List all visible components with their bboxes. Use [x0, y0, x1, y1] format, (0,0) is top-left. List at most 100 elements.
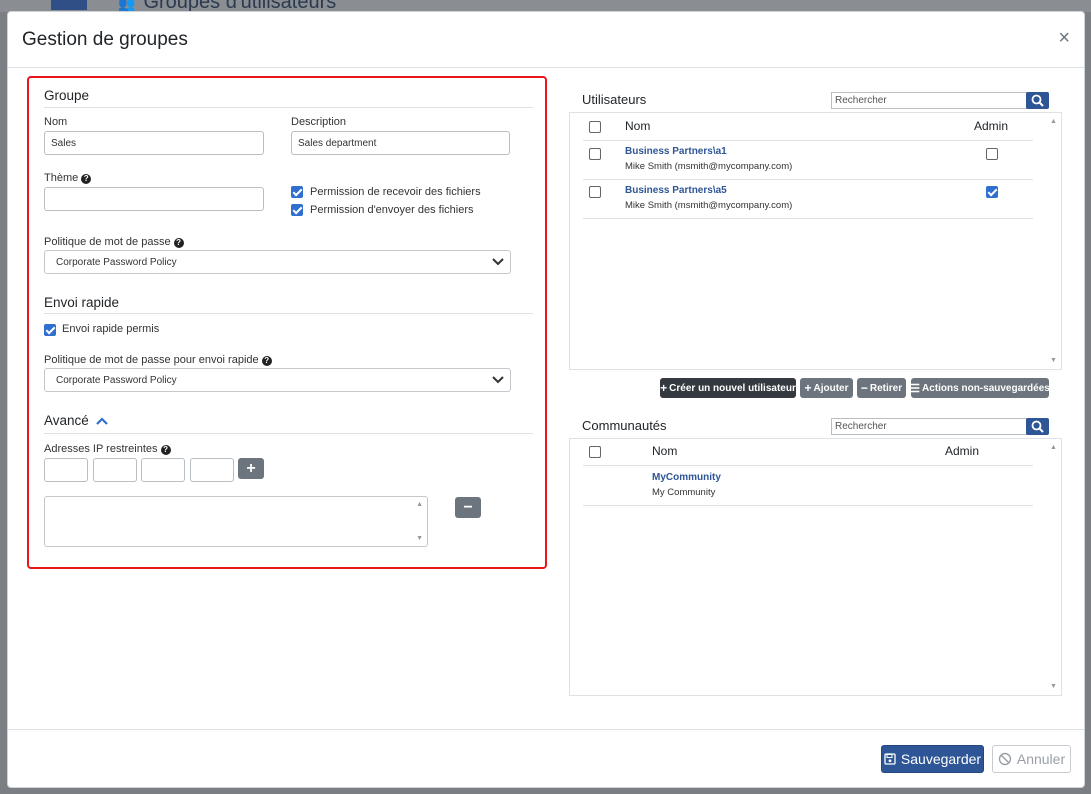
nom-input[interactable]: Sales: [44, 131, 264, 155]
scroll-down-icon[interactable]: ▼: [1050, 357, 1057, 364]
ban-icon: [998, 752, 1012, 766]
envoi-rapide-policy-label-text: Politique de mot de passe pour envoi rap…: [44, 354, 259, 366]
ip-list-textarea[interactable]: ▲ ▼: [44, 496, 428, 547]
ip-label: Adresses IP restreintes?: [44, 443, 171, 455]
add-user-button[interactable]: + Ajouter: [800, 378, 853, 398]
users-scrollbar[interactable]: ▲ ▼: [1047, 113, 1061, 369]
avance-heading: Avancé: [44, 413, 89, 428]
scroll-down-icon[interactable]: ▼: [1050, 683, 1057, 690]
floppy-disk-icon: [884, 753, 896, 765]
envoi-rapide-permis-checkbox[interactable]: [44, 324, 56, 336]
divider: [44, 433, 533, 434]
create-user-button[interactable]: + Créer un nouvel utilisateur: [660, 378, 796, 398]
theme-label-text: Thème: [44, 172, 79, 184]
search-icon: [1031, 420, 1044, 433]
envoi-rapide-policy-label: Politique de mot de passe pour envoi rap…: [44, 354, 272, 366]
modal-title: Gestion de groupes: [22, 29, 188, 50]
search-icon: [1031, 94, 1044, 107]
password-policy-label-text: Politique de mot de passe: [44, 236, 171, 248]
list-icon: ☰: [910, 382, 921, 395]
col-admin: Admin: [945, 444, 980, 458]
communautes-table: Nom Admin MyCommunity My Community ▲ ▼: [569, 438, 1062, 696]
user-name-link[interactable]: Business Partners\a1: [625, 146, 727, 157]
users-icon: 👥: [118, 0, 136, 11]
envoi-rapide-heading: Envoi rapide: [44, 295, 120, 310]
user-name-link[interactable]: Business Partners\a5: [625, 185, 727, 196]
help-icon[interactable]: ?: [81, 174, 92, 184]
scroll-up-icon[interactable]: ▲: [1050, 444, 1057, 451]
ip-octet-3[interactable]: [141, 458, 185, 482]
save-label: Sauvegarder: [900, 751, 982, 767]
chevron-down-icon: [492, 376, 504, 384]
utilisateurs-search-button[interactable]: [1026, 92, 1049, 109]
envoi-rapide-policy-select[interactable]: Corporate Password Policy: [44, 368, 511, 392]
scroll-down-icon[interactable]: ▼: [416, 535, 423, 542]
plus-icon: +: [804, 381, 812, 395]
user-row-checkbox[interactable]: [589, 186, 601, 198]
envoi-rapide-policy-value: Corporate Password Policy: [56, 374, 177, 386]
community-name-link[interactable]: MyCommunity: [652, 472, 721, 483]
remove-ip-button[interactable]: −: [455, 497, 481, 518]
perm-send-label: Permission d'envoyer des fichiers: [310, 204, 474, 216]
help-icon[interactable]: ?: [160, 445, 171, 455]
modal-footer: Sauvegarder Annuler: [8, 729, 1084, 787]
nom-label: Nom: [44, 116, 68, 128]
user-admin-checkbox[interactable]: [986, 148, 998, 160]
cancel-label: Annuler: [1016, 751, 1066, 767]
description-input[interactable]: Sales department: [291, 131, 510, 155]
background-search-button: [51, 0, 87, 10]
community-description: My Community: [652, 487, 716, 498]
user-email: Mike Smith (msmith@mycompany.com): [625, 200, 793, 211]
ip-label-text: Adresses IP restreintes: [44, 443, 158, 455]
minus-icon: −: [860, 381, 868, 395]
close-icon[interactable]: ×: [1058, 28, 1070, 48]
save-button[interactable]: Sauvegarder: [881, 745, 984, 773]
group-settings-panel: Groupe Nom Sales Description Sales depar…: [27, 76, 547, 569]
perm-receive-checkbox[interactable]: [291, 186, 303, 198]
cancel-button[interactable]: Annuler: [992, 745, 1071, 773]
divider: [583, 140, 1033, 141]
ip-octet-4[interactable]: [190, 458, 234, 482]
ip-octet-1[interactable]: [44, 458, 88, 482]
select-all-users-checkbox[interactable]: [589, 121, 601, 133]
col-nom: Nom: [652, 444, 678, 458]
help-icon[interactable]: ?: [261, 356, 272, 366]
minus-icon: −: [463, 498, 473, 516]
scroll-up-icon[interactable]: ▲: [416, 501, 423, 508]
description-label: Description: [291, 116, 347, 128]
chevron-up-icon[interactable]: [96, 417, 108, 426]
group-management-modal: Gestion de groupes × Groupe Nom Sales De…: [7, 11, 1085, 788]
ip-octet-2[interactable]: [93, 458, 137, 482]
add-user-label: Ajouter: [813, 382, 849, 394]
unsaved-actions-button[interactable]: ☰ Actions non-sauvegardées: [910, 378, 1050, 398]
communautes-search-button[interactable]: [1026, 418, 1049, 435]
divider: [583, 179, 1033, 180]
communities-scrollbar[interactable]: ▲ ▼: [1047, 439, 1061, 695]
communautes-title: Communautés: [582, 418, 667, 433]
select-all-communities-checkbox[interactable]: [589, 446, 601, 458]
remove-user-button[interactable]: − Retirer: [857, 378, 906, 398]
scroll-up-icon[interactable]: ▲: [1050, 118, 1057, 125]
add-ip-button[interactable]: +: [238, 458, 264, 479]
divider: [44, 313, 533, 314]
communautes-search-input[interactable]: Rechercher: [831, 418, 1027, 435]
chevron-down-icon: [492, 258, 504, 266]
divider: [583, 465, 1033, 466]
divider: [44, 107, 533, 108]
user-row-checkbox[interactable]: [589, 148, 601, 160]
unsaved-actions-label: Actions non-sauvegardées: [922, 382, 1050, 394]
password-policy-select[interactable]: Corporate Password Policy: [44, 250, 511, 274]
user-admin-checkbox[interactable]: [986, 186, 998, 198]
password-policy-value: Corporate Password Policy: [56, 256, 177, 268]
utilisateurs-title: Utilisateurs: [582, 92, 647, 107]
groupe-heading: Groupe: [44, 88, 90, 103]
theme-label: Thème?: [44, 172, 92, 184]
create-user-label: Créer un nouvel utilisateur: [669, 382, 796, 394]
col-nom: Nom: [625, 119, 651, 133]
help-icon[interactable]: ?: [173, 238, 184, 248]
utilisateurs-table: Nom Admin Business Partners\a1 Mike Smit…: [569, 112, 1062, 370]
theme-input[interactable]: [44, 187, 264, 211]
perm-send-checkbox[interactable]: [291, 204, 303, 216]
divider: [583, 505, 1033, 506]
utilisateurs-search-input[interactable]: Rechercher: [831, 92, 1027, 109]
